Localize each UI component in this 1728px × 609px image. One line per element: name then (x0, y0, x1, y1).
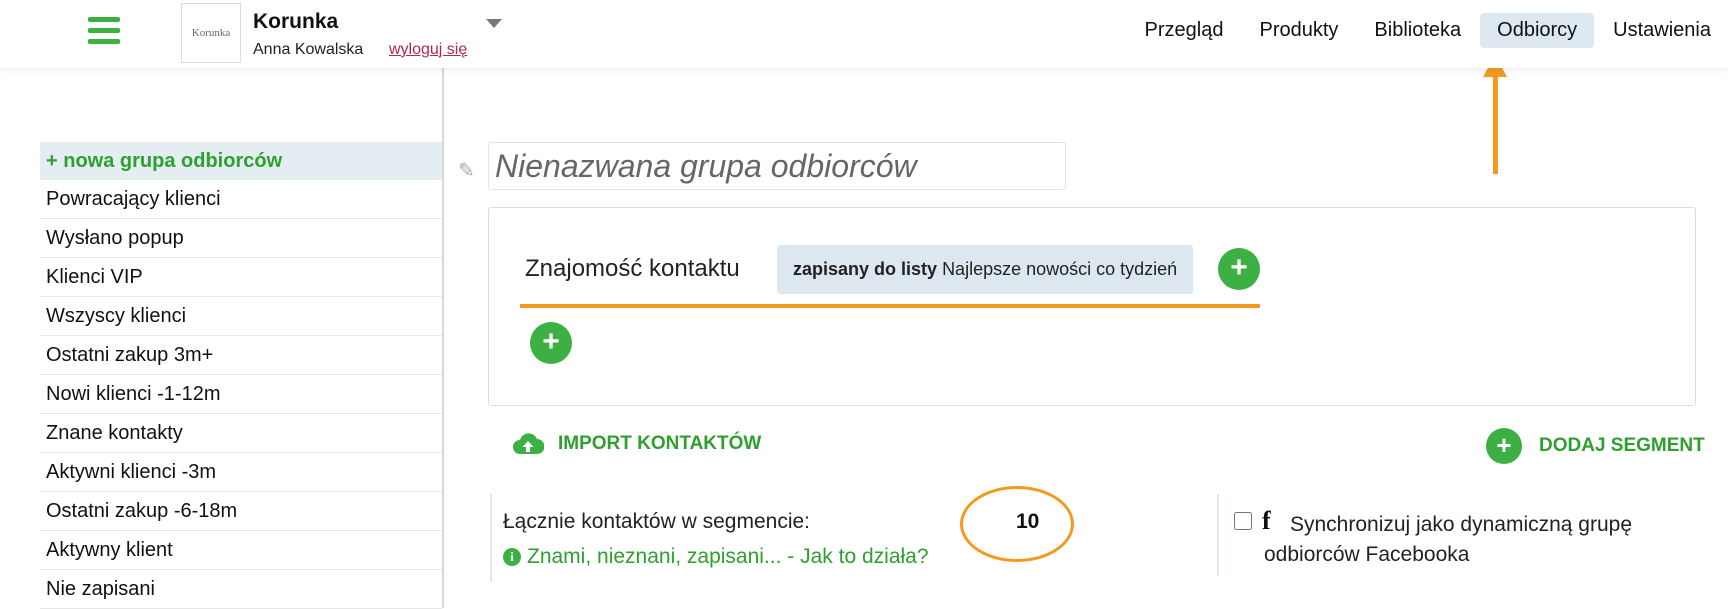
list-item[interactable]: Ostatni zakup 3m+ (40, 336, 442, 375)
main-nav: Przegląd Produkty Biblioteka Odbiorcy Us… (1126, 13, 1728, 48)
add-condition-button[interactable]: + (1218, 248, 1260, 290)
highlight-underline (520, 304, 1260, 308)
account-dropdown-caret-icon[interactable] (486, 19, 502, 28)
list-item[interactable]: Klienci VIP (40, 258, 442, 297)
facebook-sync-label: Synchronizuj jako dynamiczną grupę odbio… (1264, 513, 1633, 566)
facebook-sync-checkbox[interactable] (1234, 512, 1252, 530)
how-it-works-label: Znami, nieznani, zapisani... - Jak to dz… (527, 545, 929, 568)
list-item[interactable]: Aktywny klient (40, 531, 442, 570)
nav-library[interactable]: Biblioteka (1357, 13, 1478, 48)
list-item[interactable]: Nie zapisani (40, 570, 442, 609)
cloud-upload-icon (513, 433, 544, 454)
top-bar: Korunka Korunka Anna Kowalska wyloguj si… (0, 0, 1728, 68)
logout-link[interactable]: wyloguj się (389, 41, 467, 59)
condition-chip-value: Najlepsze nowości co tydzień (942, 259, 1178, 279)
add-segment-plus-icon[interactable]: + (1486, 428, 1522, 464)
info-icon: i (503, 548, 521, 566)
nav-settings[interactable]: Ustawienia (1596, 13, 1728, 48)
stats-accent-bar (490, 494, 492, 582)
new-group-button[interactable]: + nowa grupa odbiorców (40, 142, 442, 180)
how-it-works-link[interactable]: i Znami, nieznani, zapisani... - Jak to … (503, 545, 929, 569)
add-rule-button[interactable]: + (530, 322, 572, 364)
group-name-input[interactable] (488, 142, 1066, 190)
condition-chip-type: zapisany do listy (793, 259, 938, 279)
nav-recipients[interactable]: Odbiorcy (1480, 13, 1595, 48)
nav-overview[interactable]: Przegląd (1128, 13, 1241, 48)
condition-label: Znajomość kontaktu (525, 255, 740, 282)
user-name: Anna Kowalska (253, 41, 364, 58)
account-name: Korunka (253, 10, 339, 33)
hamburger-menu-icon[interactable] (88, 17, 120, 47)
condition-chip[interactable]: zapisany do listy Najlepsze nowości co t… (777, 245, 1194, 294)
contacts-count: 10 (1016, 510, 1040, 533)
facebook-accent-bar (1217, 494, 1219, 576)
account-logo: Korunka (181, 3, 241, 63)
list-item[interactable]: Nowi klienci -1-12m (40, 375, 442, 414)
sidebar-divider (442, 68, 444, 608)
add-segment-button[interactable]: DODAJ SEGMENT (1539, 435, 1705, 457)
list-item[interactable]: Ostatni zakup -6-18m (40, 492, 442, 531)
import-contacts-button[interactable]: IMPORT KONTAKTÓW (512, 432, 761, 456)
import-contacts-label: IMPORT KONTAKTÓW (558, 433, 762, 454)
list-item[interactable]: Znane kontakty (40, 414, 442, 453)
list-item[interactable]: Wszyscy klienci (40, 297, 442, 336)
pencil-icon: ✎ (458, 160, 475, 182)
nav-products[interactable]: Produkty (1242, 13, 1355, 48)
list-item[interactable]: Aktywni klienci -3m (40, 453, 442, 492)
list-item[interactable]: Powracający klienci (40, 180, 442, 219)
annotation-arrow-line (1493, 72, 1498, 174)
list-item[interactable]: Wysłano popup (40, 219, 442, 258)
group-sidebar: + nowa grupa odbiorców Powracający klien… (40, 142, 442, 609)
total-contacts-label: Łącznie kontaktów w segmencie: (503, 510, 810, 533)
